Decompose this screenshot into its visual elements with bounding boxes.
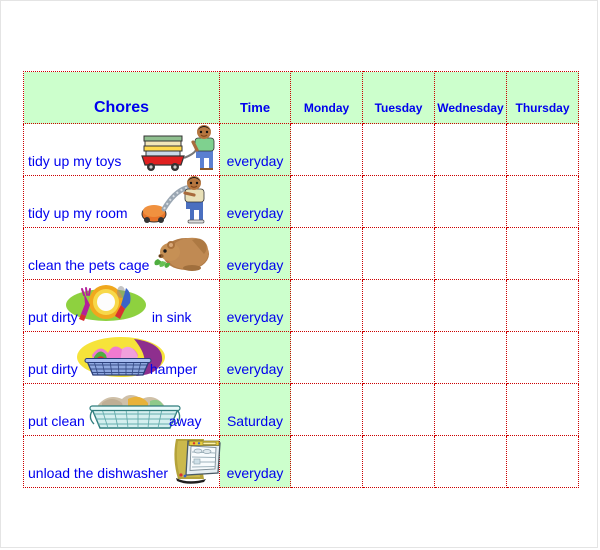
- time-label-row-1: everyday: [226, 153, 284, 169]
- day-cell-thursday-row-6[interactable]: [506, 383, 579, 436]
- day-cell-tuesday-row-1[interactable]: [362, 123, 435, 176]
- header-cell-tuesday: Tuesday: [362, 71, 435, 124]
- day-cell-thursday-row-5[interactable]: [506, 331, 579, 384]
- header-label-monday: Monday: [303, 101, 350, 115]
- chore-cell-put-dirty-clothes-in-hamper: put dirty hamper: [23, 331, 220, 384]
- day-cell-thursday-row-4[interactable]: [506, 279, 579, 332]
- time-label-row-6: Saturday: [226, 413, 284, 429]
- table-row: put clean away Saturday: [23, 383, 579, 436]
- header-cell-wednesday: Wednesday: [434, 71, 507, 124]
- header-cell-chores: Chores: [23, 71, 220, 124]
- header-label-chores: Chores: [93, 99, 150, 116]
- time-cell-row-2: everyday: [219, 175, 291, 228]
- time-cell-row-1: everyday: [219, 123, 291, 176]
- chore-cell-unload-the-dishwasher: unload the dishwasher: [23, 435, 221, 488]
- day-cell-thursday-row-1[interactable]: [506, 123, 579, 176]
- chore-cell-tidy-up-my-room: tidy up my room: [23, 175, 220, 228]
- day-cell-thursday-row-7[interactable]: [506, 435, 579, 488]
- chore-cell-tidy-up-my-toys: tidy up my toys: [23, 123, 220, 176]
- header-label-wednesday: Wednesday: [437, 101, 504, 115]
- table-row: tidy up my room everyday: [23, 175, 579, 228]
- time-cell-row-5: everyday: [219, 331, 291, 384]
- chore-text-row-5-before: put dirty: [28, 361, 78, 377]
- table-row: put dirty in sink everyday: [23, 279, 579, 332]
- hamster-icon: [152, 230, 212, 272]
- time-label-row-5: everyday: [226, 361, 284, 377]
- day-cell-monday-row-5[interactable]: [290, 331, 363, 384]
- header-cell-monday: Monday: [290, 71, 363, 124]
- header-label-thursday: Thursday: [515, 101, 570, 115]
- time-label-row-7: everyday: [226, 465, 284, 481]
- chore-cell-put-clean-clothes-away: put clean away: [23, 383, 220, 436]
- day-cell-tuesday-row-6[interactable]: [362, 383, 435, 436]
- chore-cell-clean-the-pets-cage: clean the pets cage: [23, 227, 220, 280]
- header-cell-thursday: Thursday: [506, 71, 579, 124]
- day-cell-monday-row-2[interactable]: [290, 175, 363, 228]
- table-header-row: Chores Time Monday Tuesday Wednesday Thu…: [23, 71, 579, 124]
- table-row: tidy up my toys everyday: [23, 123, 579, 176]
- day-cell-tuesday-row-3[interactable]: [362, 227, 435, 280]
- chore-text-row-7: unload the dishwasher: [28, 465, 169, 481]
- day-cell-thursday-row-3[interactable]: [506, 227, 579, 280]
- dishwasher-icon: [170, 435, 224, 485]
- chore-text-row-3: clean the pets cage: [28, 257, 150, 273]
- day-cell-wednesday-row-1[interactable]: [434, 123, 507, 176]
- chore-text-row-1: tidy up my toys: [28, 153, 122, 169]
- time-label-row-3: everyday: [226, 257, 284, 273]
- day-cell-monday-row-4[interactable]: [290, 279, 363, 332]
- time-label-row-2: everyday: [226, 205, 284, 221]
- chore-chart-page: Chores Time Monday Tuesday Wednesday Thu…: [0, 0, 598, 548]
- day-cell-tuesday-row-5[interactable]: [362, 331, 435, 384]
- table-row: put dirty hamper everyday: [23, 331, 579, 384]
- day-cell-monday-row-7[interactable]: [290, 435, 363, 488]
- time-cell-row-7: everyday: [219, 435, 291, 488]
- day-cell-monday-row-3[interactable]: [290, 227, 363, 280]
- chore-text-row-5-after: hamper: [149, 361, 198, 377]
- day-cell-wednesday-row-3[interactable]: [434, 227, 507, 280]
- day-cell-wednesday-row-6[interactable]: [434, 383, 507, 436]
- chore-text-row-5: put dirty hamper: [28, 361, 197, 377]
- table-row: unload the dishwasher everyday: [23, 435, 579, 488]
- day-cell-thursday-row-2[interactable]: [506, 175, 579, 228]
- time-cell-row-4: everyday: [219, 279, 291, 332]
- day-cell-monday-row-6[interactable]: [290, 383, 363, 436]
- time-label-row-4: everyday: [226, 309, 284, 325]
- chore-text-row-6-after: away: [168, 413, 202, 429]
- chore-cell-put-dirty-dishes-in-sink: put dirty in sink: [23, 279, 220, 332]
- chore-text-row-4-before: put dirty: [28, 309, 78, 325]
- day-cell-tuesday-row-2[interactable]: [362, 175, 435, 228]
- time-cell-row-6: Saturday: [219, 383, 291, 436]
- chore-text-row-2: tidy up my room: [28, 205, 128, 221]
- time-cell-row-3: everyday: [219, 227, 291, 280]
- day-cell-wednesday-row-4[interactable]: [434, 279, 507, 332]
- chore-text-row-4: put dirty in sink: [28, 309, 192, 325]
- header-label-time: Time: [239, 100, 271, 115]
- toy-wagon-boy-icon: [140, 124, 218, 172]
- chore-text-row-6: put clean away: [28, 413, 202, 429]
- header-label-tuesday: Tuesday: [374, 101, 423, 115]
- day-cell-wednesday-row-2[interactable]: [434, 175, 507, 228]
- chore-text-row-4-after: in sink: [151, 309, 192, 325]
- day-cell-tuesday-row-7[interactable]: [362, 435, 435, 488]
- day-cell-monday-row-1[interactable]: [290, 123, 363, 176]
- chore-text-row-6-before: put clean: [28, 413, 85, 429]
- day-cell-wednesday-row-7[interactable]: [434, 435, 507, 488]
- chore-chart-table: Chores Time Monday Tuesday Wednesday Thu…: [23, 71, 579, 488]
- day-cell-wednesday-row-5[interactable]: [434, 331, 507, 384]
- header-cell-time: Time: [219, 71, 291, 124]
- day-cell-tuesday-row-4[interactable]: [362, 279, 435, 332]
- table-row: clean the pets cage everyday: [23, 227, 579, 280]
- vacuum-boy-icon: [136, 176, 218, 224]
